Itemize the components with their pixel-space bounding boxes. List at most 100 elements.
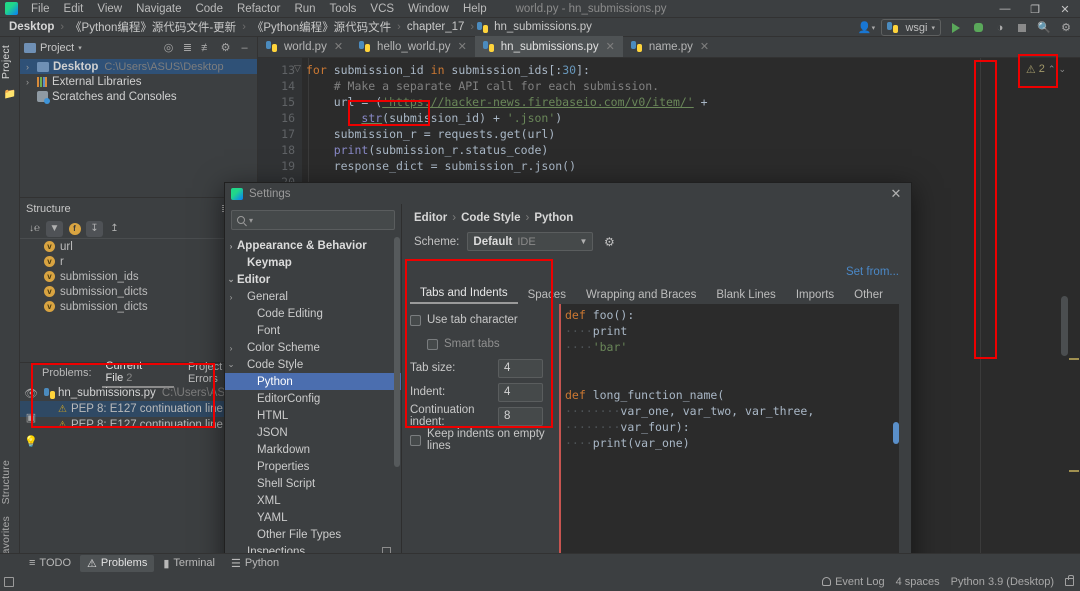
stop-icon[interactable] <box>1012 19 1032 36</box>
gear-icon[interactable]: ⚙ <box>217 39 234 56</box>
structure-item-r[interactable]: v r <box>20 254 257 269</box>
menu-vcs[interactable]: VCS <box>363 1 401 17</box>
chevron-down-icon[interactable]: ⌄ <box>225 274 237 285</box>
run-configuration-selector[interactable]: wsgi ▾ <box>881 19 941 36</box>
settings-tree-item-properties[interactable]: Properties <box>225 458 401 475</box>
close-icon[interactable]: ✕ <box>334 40 343 53</box>
breadcrumb-item-2[interactable]: 《Python编程》源代码文件 › <box>249 18 404 36</box>
continuation-indent-input[interactable]: 8 <box>498 406 543 426</box>
sort-alphabetically-icon[interactable]: ↓℮ <box>26 221 43 237</box>
menu-code[interactable]: Code <box>188 1 230 17</box>
settings-tree-item-yaml[interactable]: YAML <box>225 509 401 526</box>
code-style-tab-imports[interactable]: Imports <box>786 286 844 304</box>
tree-item-desktop[interactable]: › Desktop C:\Users\ASUS\Desktop <box>20 59 257 74</box>
lock-icon[interactable] <box>1065 574 1074 586</box>
tool-button-terminal[interactable]: ▮ Terminal <box>156 555 222 572</box>
chevron-down-icon[interactable]: ▾ <box>78 44 82 52</box>
settings-tree-scrollbar[interactable] <box>394 237 400 575</box>
menu-edit[interactable]: Edit <box>57 1 91 17</box>
settings-tree-item-json[interactable]: JSON <box>225 424 401 441</box>
marker-gutter[interactable] <box>1068 58 1080 553</box>
debug-icon[interactable] <box>968 19 988 36</box>
code-fold-icon[interactable]: ▽ <box>294 63 301 74</box>
close-icon[interactable]: ✕ <box>700 40 709 53</box>
code-style-preview[interactable]: def foo(): ····print ····'bar' def long_fun… <box>559 304 899 573</box>
settings-tree-item-keymap[interactable]: Keymap <box>225 254 401 271</box>
editor-scrollbar[interactable] <box>1061 58 1068 553</box>
editor-tab-hello-world[interactable]: hello_world.py ✕ <box>351 36 475 57</box>
code-style-tab-tabs-and-indents[interactable]: Tabs and Indents <box>410 284 518 304</box>
menu-file[interactable]: File <box>24 1 57 17</box>
split-icon[interactable]: ▣ <box>23 409 39 425</box>
gear-icon[interactable]: ⚙ <box>1056 19 1076 36</box>
problems-file-row[interactable]: hn_submissions.py C:\Users\ASUS\Desktop <box>20 385 286 401</box>
user-icon[interactable]: 👤 ▾ <box>856 19 876 36</box>
layout-icon[interactable] <box>4 576 14 587</box>
close-icon[interactable]: ✕ <box>606 40 615 53</box>
indent-input[interactable]: 4 <box>498 382 543 402</box>
breadcrumb-item-desktop[interactable]: Desktop › <box>6 20 67 34</box>
expand-icon[interactable]: ≢ <box>198 39 215 56</box>
run-icon[interactable] <box>946 19 966 36</box>
menu-navigate[interactable]: Navigate <box>129 1 188 17</box>
editor-tab-hn-submissions[interactable]: hn_submissions.py ✕ <box>474 36 623 57</box>
target-icon[interactable]: ◎ <box>160 39 177 56</box>
settings-tree-item-other-file-types[interactable]: Other File Types <box>225 526 401 543</box>
settings-tree-item-code-style[interactable]: ⌄ Code Style <box>225 356 401 373</box>
folder-icon[interactable]: 📁 <box>0 85 20 103</box>
chevron-right-icon[interactable]: › <box>225 241 237 251</box>
settings-tree-item-xml[interactable]: XML <box>225 492 401 509</box>
settings-tree-item-appearance-behavior[interactable]: › Appearance & Behavior <box>225 237 401 254</box>
preview-icon[interactable]: 👁 <box>23 385 39 401</box>
settings-tree-item-general[interactable]: › General <box>225 288 401 305</box>
smart-tabs-row[interactable]: Smart tabs <box>410 332 550 356</box>
settings-search-input[interactable] <box>257 213 389 227</box>
code-style-tab-blank-lines[interactable]: Blank Lines <box>706 286 785 304</box>
tool-button-todo[interactable]: ≡ TODO <box>22 555 78 571</box>
settings-tree-item-editorconfig[interactable]: EditorConfig <box>225 390 401 407</box>
keep-indents-checkbox[interactable] <box>410 434 421 446</box>
tree-item-external-libraries[interactable]: › External Libraries <box>20 74 257 89</box>
code-style-tab-wrapping-and-braces[interactable]: Wrapping and Braces <box>576 286 706 304</box>
menu-view[interactable]: View <box>90 1 129 17</box>
tool-button-python-console[interactable]: ☰ Python <box>224 555 286 572</box>
scroll-thumb[interactable] <box>893 422 899 444</box>
gear-icon[interactable]: ⚙ <box>601 234 617 250</box>
chevron-up-icon[interactable]: ⌃ <box>1048 64 1056 75</box>
structure-item-submission-dicts-2[interactable]: v submission_dicts <box>20 299 257 314</box>
menu-tools[interactable]: Tools <box>323 1 364 17</box>
settings-tree-item-shell-script[interactable]: Shell Script <box>225 475 401 492</box>
chevron-right-icon[interactable]: › <box>225 343 237 353</box>
hide-icon[interactable]: – <box>236 39 253 56</box>
problem-row-1[interactable]: ⚠ PEP 8: E127 continuation line over-ind… <box>20 401 274 417</box>
coverage-icon[interactable]: ◑ <box>990 19 1010 36</box>
breadcrumb-item-1[interactable]: 《Python编程》源代码文件-更新 › <box>67 18 249 36</box>
tool-button-problems[interactable]: ⚠ Problems <box>80 554 155 572</box>
breadcrumb-item-file[interactable]: hn_submissions.py <box>477 20 595 34</box>
keep-indents-row[interactable]: Keep indents on empty lines <box>410 428 550 452</box>
menu-window[interactable]: Window <box>401 1 456 17</box>
tool-button-project[interactable]: Project <box>0 39 12 85</box>
code-style-tab-other[interactable]: Other <box>844 286 893 304</box>
close-icon[interactable]: ✕ <box>458 40 467 53</box>
editor-tab-world[interactable]: world.py ✕ <box>258 36 351 57</box>
collapse-all-icon[interactable]: ↥ <box>106 221 123 237</box>
settings-tree-item-python[interactable]: Python <box>225 373 401 390</box>
settings-search-box[interactable]: ▾ <box>231 210 395 230</box>
chevron-down-icon[interactable]: ▾ <box>249 216 253 225</box>
chevron-down-icon[interactable]: ⌄ <box>1058 64 1066 75</box>
minimize-icon[interactable]: — <box>990 0 1020 18</box>
show-fields-icon[interactable]: f <box>66 221 83 237</box>
warning-marker[interactable] <box>1069 470 1079 472</box>
tree-item-scratches[interactable]: Scratches and Consoles <box>20 89 257 104</box>
close-icon[interactable]: ✕ <box>1050 0 1080 18</box>
scroll-thumb[interactable] <box>1061 296 1068 356</box>
settings-tree-item-code-editing[interactable]: Code Editing <box>225 305 401 322</box>
settings-tree-item-color-scheme[interactable]: › Color Scheme <box>225 339 401 356</box>
breadcrumb-item-chapter[interactable]: chapter_17 › <box>404 20 477 34</box>
event-log-button[interactable]: Event Log <box>822 576 885 588</box>
collapse-icon[interactable]: ≣ <box>179 39 196 56</box>
tool-button-structure[interactable]: Structure <box>0 454 12 510</box>
use-tab-character-checkbox[interactable] <box>410 314 421 326</box>
tab-current-file[interactable]: Current File 2 <box>101 358 174 388</box>
